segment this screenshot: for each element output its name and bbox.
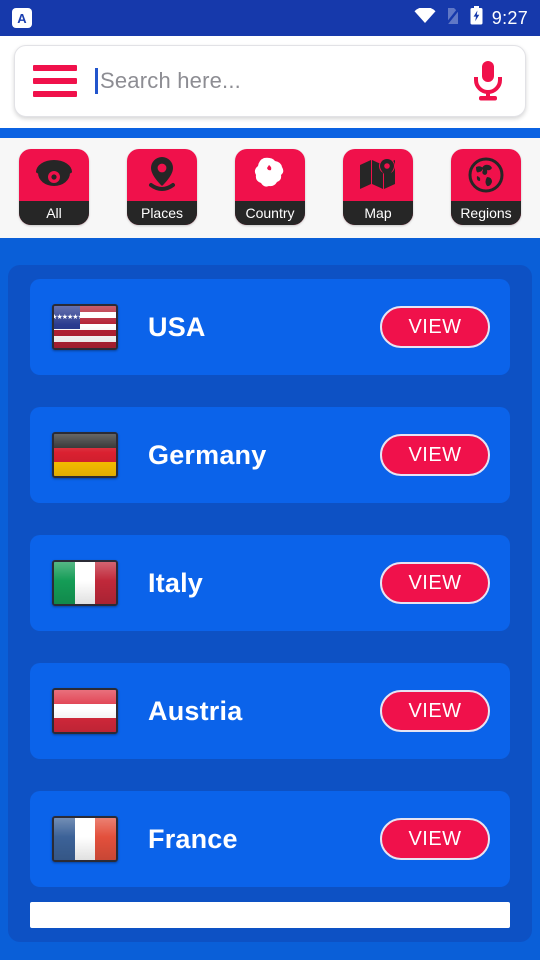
country-name: USA [148,311,206,342]
status-bar: A 9:27 [0,0,540,36]
status-bar-left: A [12,8,32,28]
tab-all[interactable]: All [19,149,89,225]
view-button[interactable]: VIEW [380,562,490,604]
country-name: Germany [148,439,267,470]
view-button[interactable]: VIEW [380,306,490,348]
text-cursor [95,68,98,94]
sim-disabled-icon [445,7,461,30]
wifi-icon [414,6,436,29]
view-button[interactable]: VIEW [380,434,490,476]
tab-label: Regions [451,201,521,225]
list-item[interactable]: Germany VIEW [30,407,510,503]
folded-map-pin-icon [343,149,413,201]
landmass-shape-icon [235,149,305,201]
list-item[interactable]: France VIEW [30,791,510,887]
microphone-icon[interactable] [465,59,511,103]
globe-icon [451,149,521,201]
country-name: France [148,823,238,854]
list-item[interactable]: Italy VIEW [30,535,510,631]
flag-germany [52,432,118,478]
country-list: ★★★★★★ USA VIEW Germany VIEW Italy VIEW [8,265,532,942]
list-item[interactable]: ★★★★★★ USA VIEW [30,279,510,375]
tab-label: Country [235,201,305,225]
tab-label: Map [343,201,413,225]
tab-regions[interactable]: Regions [451,149,521,225]
battery-charging-icon [470,6,483,30]
search-placeholder: Search here... [100,68,241,93]
tab-country[interactable]: Country [235,149,305,225]
search-input[interactable]: Search here... [95,46,465,116]
status-bar-clock: 9:27 [491,7,528,28]
tab-label: Places [127,201,197,225]
flag-austria [52,688,118,734]
view-button[interactable]: VIEW [380,690,490,732]
tab-places[interactable]: Places [127,149,197,225]
view-button[interactable]: VIEW [380,818,490,860]
country-name: Austria [148,695,243,726]
country-name: Italy [148,567,204,598]
flag-italy [52,560,118,606]
notification-app-icon: A [12,8,32,28]
cctv-camera-icon [19,149,89,201]
flag-france [52,816,118,862]
tab-label: All [19,201,89,225]
tab-map[interactable]: Map [343,149,413,225]
search-header: Search here... [0,36,540,128]
map-pin-icon [127,149,197,201]
category-tabs: All Places Country Map Regions [0,138,540,238]
list-item[interactable]: Austria VIEW [30,663,510,759]
header-divider [0,128,540,138]
bottom-banner-placeholder [30,902,510,928]
search-bar[interactable]: Search here... [14,45,526,117]
flag-usa: ★★★★★★ [52,304,118,350]
hamburger-menu-icon[interactable] [33,65,77,97]
status-bar-right: 9:27 [414,6,528,30]
